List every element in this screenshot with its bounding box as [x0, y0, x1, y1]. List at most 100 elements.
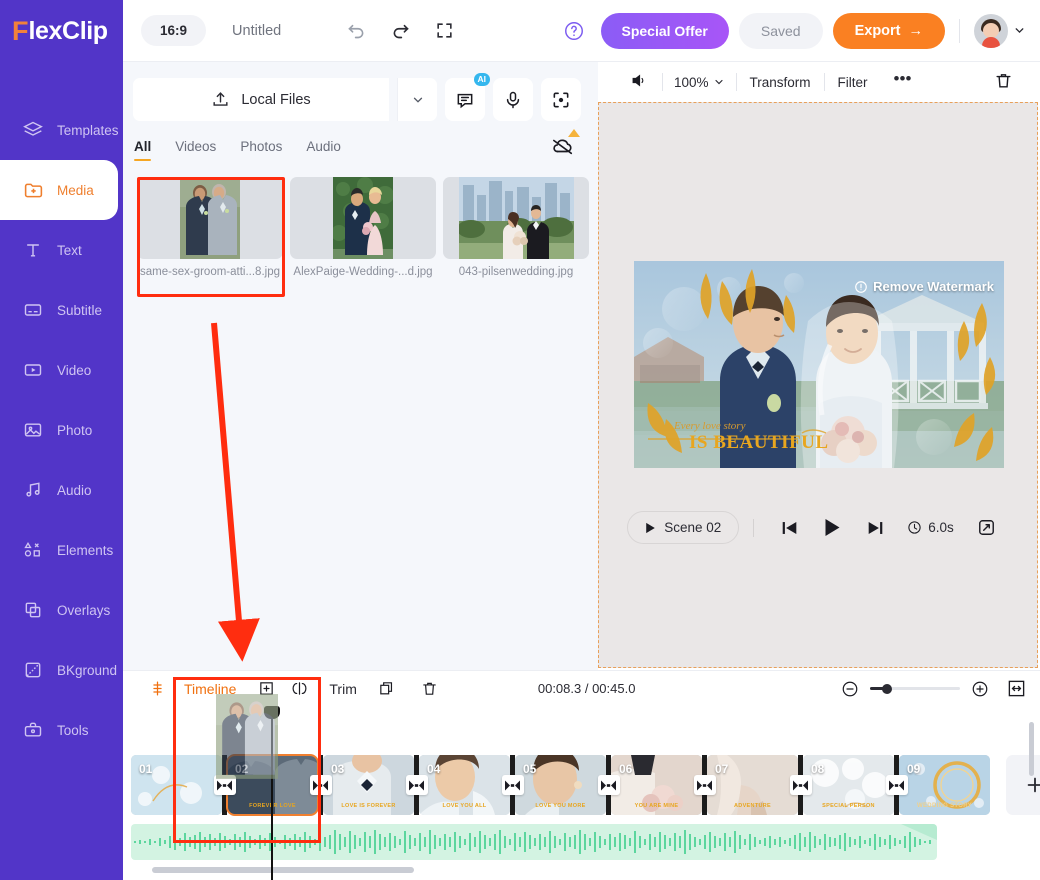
timeline-clip[interactable]: 06 YOU ARE MINE: [611, 755, 702, 815]
saved-status[interactable]: Saved: [738, 12, 823, 49]
mixer-button[interactable]: [141, 680, 174, 697]
fit-timeline-button[interactable]: [1007, 679, 1026, 698]
media-tabs: All Videos Photos Audio: [123, 121, 598, 161]
remove-watermark-button[interactable]: Remove Watermark: [854, 279, 994, 294]
chevron-down-icon: [413, 97, 422, 103]
zoom-out-button[interactable]: [841, 680, 859, 698]
play-button[interactable]: [811, 518, 854, 537]
timeline-vertical-scrollbar[interactable]: [1029, 722, 1034, 776]
sidebar-item-audio[interactable]: Audio: [0, 460, 123, 520]
zoom-slider[interactable]: [870, 683, 960, 694]
delete-button[interactable]: [981, 71, 1026, 93]
clip-number: 03: [331, 762, 345, 776]
help-circle-icon[interactable]: [557, 14, 591, 48]
record-voice-button[interactable]: [493, 78, 533, 121]
sidebar-item-media[interactable]: Media: [0, 160, 118, 220]
media-item[interactable]: 043-pilsenwedding.jpg: [443, 177, 589, 278]
fullscreen-preview-button[interactable]: [964, 518, 1009, 537]
timeline-clip[interactable]: 07 ADVENTURE: [707, 755, 798, 815]
sidebar-item-tools[interactable]: Tools: [0, 700, 123, 760]
previous-scene-button[interactable]: [768, 520, 811, 536]
trim-button[interactable]: Trim: [316, 681, 369, 697]
skip-back-icon: [782, 521, 797, 534]
export-label: Export: [854, 22, 901, 39]
logo-wordmark: lexClip: [28, 16, 109, 45]
clock-icon: [908, 521, 921, 534]
split-button[interactable]: [283, 680, 316, 697]
playhead[interactable]: [271, 706, 273, 880]
tab-audio[interactable]: Audio: [306, 139, 341, 161]
cloud-off-icon[interactable]: [550, 129, 580, 162]
timeline-clip[interactable]: 08 SPECIAL PERSON: [803, 755, 894, 815]
sidebar-item-photo[interactable]: Photo: [0, 400, 123, 460]
audio-waveform: [134, 824, 937, 854]
media-item[interactable]: same-sex-groom-atti...8.jpg: [137, 177, 283, 278]
project-title[interactable]: Untitled: [232, 23, 281, 39]
zoom-in-button[interactable]: [971, 680, 989, 698]
screen-record-button[interactable]: [541, 78, 581, 121]
expand-icon[interactable]: [427, 14, 461, 48]
local-files-button[interactable]: Local Files: [133, 78, 389, 121]
sidebar-item-video[interactable]: Video: [0, 340, 123, 400]
ai-chat-button[interactable]: AI: [445, 73, 490, 121]
timeline-clip[interactable]: 04 LOVE YOU ALL: [419, 755, 510, 815]
timeline-clip[interactable]: 05 LOVE YOU MORE: [515, 755, 606, 815]
next-scene-button[interactable]: [854, 520, 897, 536]
media-thumbnail: [290, 177, 436, 259]
timeline-clip[interactable]: 02 FOREVER LOVE: [226, 754, 319, 816]
slider-handle[interactable]: [882, 683, 892, 694]
trash-icon: [996, 74, 1011, 88]
timeline-clip[interactable]: 01: [131, 755, 222, 815]
zoom-level-dropdown[interactable]: 100%: [663, 75, 736, 90]
add-track-button[interactable]: [250, 680, 283, 697]
transition-icon[interactable]: [789, 775, 812, 795]
add-clip-button[interactable]: [1006, 755, 1040, 815]
transition-icon[interactable]: [501, 775, 524, 795]
upload-source-dropdown[interactable]: [397, 78, 437, 121]
scene-selector[interactable]: Scene 02: [627, 511, 740, 544]
transform-button[interactable]: Transform: [737, 75, 824, 90]
tab-videos[interactable]: Videos: [175, 139, 216, 161]
sidebar-item-templates[interactable]: Templates: [0, 100, 123, 160]
clip-number: 08: [811, 762, 825, 776]
sidebar-label: BKground: [57, 662, 118, 678]
more-options-button[interactable]: •••: [881, 70, 925, 89]
tab-all[interactable]: All: [134, 139, 152, 161]
export-button[interactable]: Export →: [832, 12, 945, 49]
timeline-clip[interactable]: 09 WEDDING STORY: [899, 755, 990, 815]
volume-button[interactable]: [612, 71, 662, 93]
play-icon: [646, 522, 655, 533]
duplicate-button[interactable]: [370, 680, 403, 697]
aspect-ratio-button[interactable]: 16:9: [141, 15, 207, 46]
sidebar-item-text[interactable]: Text: [0, 220, 123, 280]
sidebar-label: Audio: [57, 482, 92, 498]
audio-track[interactable]: [131, 824, 937, 860]
scene-duration: 6.0s: [897, 520, 964, 535]
app-logo[interactable]: FlexClip: [0, 0, 123, 62]
expand-diagonal-icon: [978, 520, 994, 535]
transition-icon[interactable]: [405, 775, 428, 795]
transition-icon[interactable]: [213, 775, 236, 795]
redo-icon[interactable]: [383, 14, 417, 48]
background-icon: [22, 659, 44, 681]
sidebar-item-elements[interactable]: Elements: [0, 520, 123, 580]
timeline-clip[interactable]: 03 LOVE IS FOREVER: [323, 755, 414, 815]
special-offer-button[interactable]: Special Offer: [600, 12, 729, 49]
media-item[interactable]: AlexPaige-Wedding-...d.jpg: [290, 177, 436, 278]
sidebar-label: Text: [57, 242, 82, 258]
sidebar-item-subtitle[interactable]: Subtitle: [0, 280, 123, 340]
sidebar-item-overlays[interactable]: Overlays: [0, 580, 123, 640]
undo-icon[interactable]: [339, 14, 373, 48]
transition-icon[interactable]: [597, 775, 620, 795]
user-menu[interactable]: [974, 13, 1026, 48]
sidebar-item-bkground[interactable]: BKground: [0, 640, 123, 700]
timeline-horizontal-scrollbar[interactable]: [152, 867, 414, 873]
tab-photos[interactable]: Photos: [240, 139, 282, 161]
transition-icon[interactable]: [693, 775, 716, 795]
remove-watermark-label: Remove Watermark: [873, 279, 994, 294]
transition-icon[interactable]: [885, 775, 908, 795]
filter-button[interactable]: Filter: [825, 75, 881, 90]
transition-icon[interactable]: [309, 775, 332, 795]
video-preview[interactable]: Remove Watermark Every love story IS BEA…: [634, 261, 1004, 468]
delete-clip-button[interactable]: [403, 680, 446, 697]
